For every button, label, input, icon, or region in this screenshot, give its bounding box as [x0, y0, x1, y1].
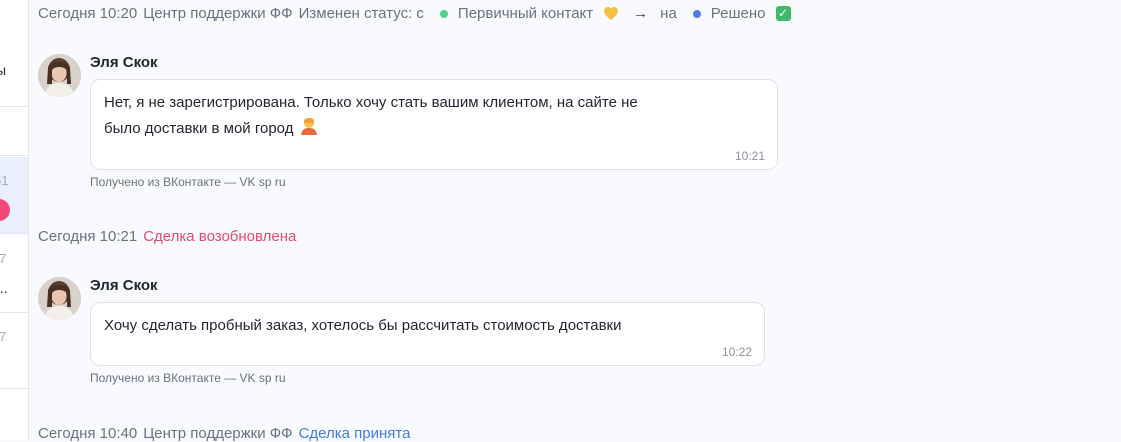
message-source: Получено из ВКонтакте — VK sp ru — [90, 175, 286, 189]
chat-list-item-text: ы — [0, 62, 6, 78]
chat-list-item-time: 51 — [0, 173, 9, 188]
message-time: 10:21 — [734, 149, 765, 163]
deal-accepted-event: Сегодня 10:40 Центр поддержки ФФ Сделка … — [38, 425, 410, 442]
avatar[interactable] — [38, 277, 81, 320]
status-dot-green — [439, 9, 448, 18]
status-dot-blue — [692, 9, 701, 18]
deal-reopened-event: Сегодня 10:21 Сделка возобновлена — [38, 228, 296, 245]
avatar-photo — [38, 54, 81, 97]
avatar[interactable] — [38, 54, 81, 97]
divider — [0, 233, 28, 234]
divider — [0, 155, 28, 156]
message-bubble: Хочу сделать пробный заказ, хотелось бы … — [90, 302, 765, 366]
status-to: Решено — [710, 5, 766, 22]
event-action: Изменен статус: с — [298, 5, 424, 22]
chat-list-item-preview: ... — [0, 280, 8, 296]
divider — [0, 106, 28, 107]
event-author: Центр поддержки ФФ — [143, 5, 293, 22]
chat-list-item-time: 7 — [0, 251, 6, 266]
divider — [0, 388, 28, 389]
event-time: Сегодня 10:21 — [38, 228, 138, 245]
message-text: Нет, я не зарегистрирована. Только хочу … — [104, 90, 638, 142]
status-from: Первичный контакт — [457, 5, 594, 22]
sender-name[interactable]: Эля Скок — [90, 277, 158, 294]
message-time: 10:22 — [721, 345, 752, 359]
check-mark-icon: ✓ — [775, 6, 791, 21]
avatar-photo — [38, 277, 81, 320]
message-bubble: Нет, я не зарегистрирована. Только хочу … — [90, 79, 778, 170]
sender-name[interactable]: Эля Скок — [90, 54, 158, 71]
status-change-event: Сегодня 10:20 Центр поддержки ФФ Изменен… — [38, 5, 791, 22]
event-author: Центр поддержки ФФ — [143, 425, 293, 442]
event-time: Сегодня 10:20 — [38, 5, 138, 22]
divider — [0, 312, 28, 313]
event-time: Сегодня 10:40 — [38, 425, 138, 442]
message-text-segment: было доставки в мой город — [104, 120, 294, 137]
message-text: Хочу сделать пробный заказ, хотелось бы … — [104, 317, 622, 334]
yellow-heart-icon — [604, 7, 619, 20]
chat-list-item-active[interactable] — [0, 157, 28, 233]
chat-list-item-time: 7 — [0, 329, 6, 344]
event-action: Сделка возобновлена — [143, 228, 297, 245]
arrow-icon: → — [633, 5, 649, 22]
chat-list-panel: ы 51 7 ... 7 — [0, 0, 29, 440]
message-text-line: было доставки в мой город — [104, 116, 638, 142]
event-action: Сделка принята — [298, 425, 411, 442]
message-text-line: Нет, я не зарегистрирована. Только хочу … — [104, 94, 638, 111]
message-source: Получено из ВКонтакте — VK sp ru — [90, 371, 286, 385]
status-to-word: на — [660, 5, 677, 22]
person-shrugging-emoji-icon — [301, 118, 318, 135]
